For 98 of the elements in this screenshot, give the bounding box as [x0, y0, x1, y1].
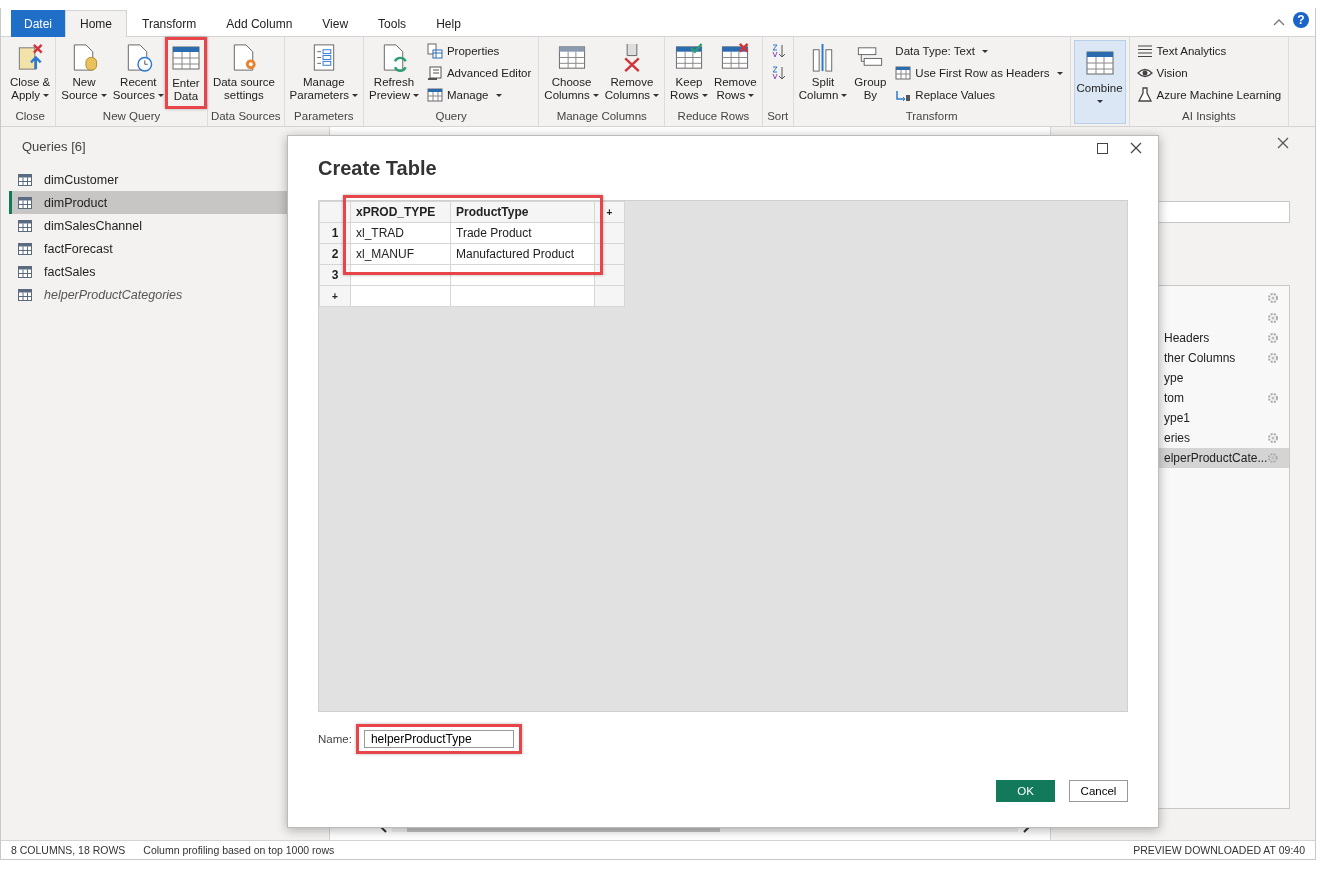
- group-label: Reduce Rows: [676, 110, 751, 124]
- group-label: Query: [434, 110, 468, 124]
- close-icon[interactable]: [1277, 137, 1289, 149]
- maximize-icon[interactable]: [1097, 142, 1108, 154]
- gear-icon[interactable]: [1267, 292, 1279, 304]
- ribbon-tab[interactable]: View: [307, 10, 364, 37]
- collapse-icon[interactable]: [1273, 18, 1285, 26]
- step-item[interactable]: eries: [1140, 428, 1289, 448]
- ribbon-button[interactable]: Advanced Editor: [426, 64, 532, 82]
- ribbon-button[interactable]: Recent Sources: [110, 40, 166, 104]
- ribbon-button[interactable]: Group By: [851, 40, 890, 104]
- lines-icon: [1136, 43, 1153, 59]
- ribbon-tab[interactable]: Home: [65, 10, 128, 37]
- gear-icon[interactable]: [1267, 452, 1279, 464]
- ribbon-button[interactable]: Combine: [1073, 40, 1126, 124]
- status-text: 8 COLUMNS, 18 ROWS: [11, 844, 126, 856]
- ribbon-button[interactable]: New Source: [59, 40, 109, 104]
- field-label: Name:: [318, 733, 352, 745]
- sort-descending-icon: [769, 65, 786, 81]
- caret-icon: [701, 94, 708, 97]
- table-icon: [18, 196, 32, 209]
- table-icon: [895, 65, 912, 81]
- table-icon: [18, 219, 32, 232]
- caret-icon: [100, 94, 107, 97]
- table-icon: [18, 242, 32, 255]
- table-icon: [426, 87, 443, 103]
- group-label: AI Insights: [1181, 110, 1237, 124]
- ribbon-tab[interactable]: Datei: [11, 10, 65, 37]
- properties-icon: [426, 43, 443, 59]
- caret-icon: [1056, 71, 1063, 75]
- caret-icon: [412, 94, 419, 97]
- ribbon-tab[interactable]: Help: [421, 10, 476, 37]
- caret-icon: [748, 94, 755, 97]
- table-icon: [18, 173, 32, 186]
- ribbon-button[interactable]: Data source settings: [210, 40, 277, 104]
- caret-icon: [592, 94, 599, 97]
- step-item[interactable]: tom: [1140, 388, 1289, 408]
- dialog-title: Create Table: [318, 157, 438, 180]
- group-label: Manage Columns: [555, 110, 648, 124]
- close-icon[interactable]: [1130, 142, 1142, 154]
- ribbon-button[interactable]: Vision: [1136, 64, 1282, 82]
- group-label: Sort: [766, 110, 790, 124]
- caret-icon: [981, 49, 988, 53]
- name-field[interactable]: helperProductType: [363, 730, 514, 748]
- ribbon-button[interactable]: Text Analytics: [1136, 42, 1282, 60]
- ribbon-button[interactable]: Properties: [426, 42, 532, 60]
- ribbon-button[interactable]: Refresh Preview: [367, 40, 421, 104]
- ribbon-button[interactable]: Azure Machine Learning: [1136, 86, 1282, 104]
- gear-icon[interactable]: [1267, 432, 1279, 444]
- ribbon-tab[interactable]: Add Column: [211, 10, 308, 37]
- ribbon-button[interactable]: Choose Columns: [542, 40, 601, 104]
- help-button[interactable]: ?: [1293, 12, 1309, 28]
- ribbon-button[interactable]: [769, 64, 786, 82]
- ribbon-button[interactable]: Enter Data: [164, 37, 207, 109]
- group-label: Data Sources: [210, 110, 281, 124]
- gear-icon[interactable]: [1267, 312, 1279, 324]
- flask-icon: [1136, 87, 1153, 103]
- ribbon-button[interactable]: Manage Parameters: [287, 40, 361, 104]
- panel-title: Queries [6]: [21, 138, 87, 156]
- ribbon-button[interactable]: Use First Row as Headers: [895, 64, 1063, 82]
- caret-icon: [653, 94, 660, 97]
- status-text: PREVIEW DOWNLOADED AT 09:40: [1133, 844, 1305, 856]
- cancel-button[interactable]: Cancel: [1069, 780, 1128, 802]
- table-icon: [18, 265, 32, 278]
- scroll-icon: [426, 65, 443, 81]
- ribbon-button[interactable]: Remove Rows: [711, 40, 759, 104]
- caret-icon: [495, 93, 502, 97]
- sort-ascending-icon: [769, 43, 786, 59]
- caret-icon: [43, 94, 50, 97]
- ribbon-button[interactable]: [769, 42, 786, 60]
- ribbon-button[interactable]: Keep Rows: [668, 40, 710, 104]
- step-item[interactable]: Headers: [1140, 328, 1289, 348]
- ribbon-tab[interactable]: Tools: [363, 10, 422, 37]
- ribbon-button[interactable]: Close & Apply: [8, 40, 53, 104]
- group-label: Transform: [904, 110, 959, 124]
- step-item[interactable]: ther Columns: [1140, 348, 1289, 368]
- group-label: New Query: [101, 110, 162, 124]
- caret-icon: [1096, 100, 1103, 103]
- ribbon-tab[interactable]: Transform: [127, 10, 212, 37]
- caret-icon: [352, 94, 359, 97]
- column-header[interactable]: ProductType: [450, 201, 595, 223]
- gear-icon[interactable]: [1267, 392, 1279, 404]
- group-label: Close: [14, 110, 46, 124]
- group-label: Parameters: [293, 110, 355, 124]
- ribbon-button[interactable]: Replace Values: [895, 86, 1063, 104]
- caret-icon: [157, 94, 164, 97]
- ribbon-button[interactable]: Split Column: [796, 40, 850, 104]
- gear-icon[interactable]: [1267, 332, 1279, 344]
- ribbon-button[interactable]: Manage: [426, 86, 532, 104]
- ribbon-button[interactable]: Remove Columns: [602, 40, 662, 104]
- add-row-button[interactable]: +: [319, 285, 351, 307]
- column-header[interactable]: xPROD_TYPE: [350, 201, 451, 223]
- status-text: Column profiling based on top 1000 rows: [143, 844, 335, 856]
- ribbon-button[interactable]: Data Type: Text: [895, 42, 1063, 60]
- gear-icon[interactable]: [1267, 352, 1279, 364]
- ok-button[interactable]: OK: [996, 780, 1055, 802]
- table-icon: [18, 288, 32, 301]
- caret-icon: [841, 94, 848, 97]
